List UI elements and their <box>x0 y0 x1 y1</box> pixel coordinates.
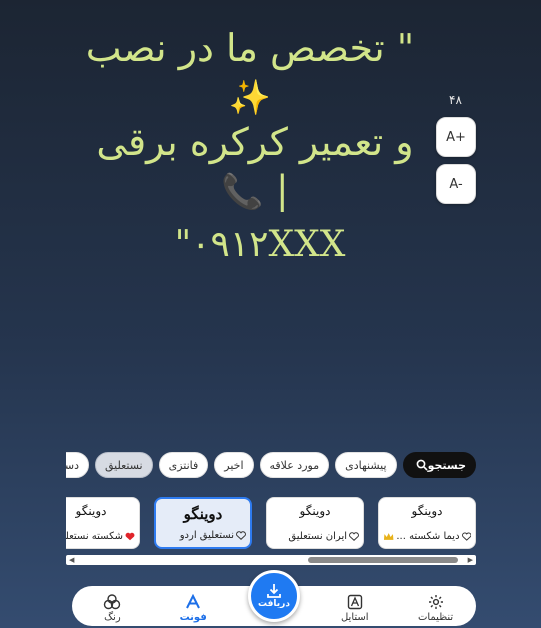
design-text-line-1[interactable]: " تخصص ما در نصب ✨ <box>60 24 440 122</box>
font-list: دوینگو دیما شکسته ... دوینگو ایران نستعل… <box>66 497 476 551</box>
category-chip-recent[interactable]: اخیر <box>214 452 254 478</box>
download-button[interactable]: دریافت <box>248 570 300 622</box>
font-card[interactable]: دوینگو شکسته نستعلیق <box>66 497 140 549</box>
font-name-row: دیما شکسته ... <box>383 531 471 542</box>
nav-font[interactable]: فونت <box>163 587 223 623</box>
increase-size-button[interactable]: A+ <box>436 117 476 157</box>
crown-icon <box>383 533 394 540</box>
font-card[interactable]: دوینگو ایران نستعلیق <box>266 497 364 549</box>
nav-settings-label: تنظیمات <box>417 612 454 623</box>
font-name: دیما شکسته ... <box>396 531 460 542</box>
font-name: ایران نستعلیق <box>288 531 347 542</box>
font-list-scrollbar[interactable]: ◀ ▶ <box>66 555 476 565</box>
font-preview: دوینگو <box>299 504 331 518</box>
font-name: نستعلیق اردو <box>179 530 234 541</box>
scrollbar-thumb[interactable] <box>308 557 458 563</box>
font-icon <box>186 594 201 609</box>
category-chip-nastaliq[interactable]: نستعلیق <box>94 452 153 478</box>
font-name: شکسته نستعلیق <box>66 531 123 542</box>
font-size-value: ۴۸ <box>449 93 462 107</box>
font-preview: دوینگو <box>75 504 107 518</box>
heart-filled-icon <box>125 532 135 541</box>
nav-style-label: استایل <box>340 612 369 623</box>
style-icon <box>347 594 362 610</box>
font-name-row: نستعلیق اردو <box>160 530 246 541</box>
heart-outline-icon <box>349 532 359 541</box>
download-icon <box>267 584 281 598</box>
font-preview: دوینگو <box>411 504 443 518</box>
search-button[interactable]: جستجو <box>402 452 476 478</box>
phone-icon: 📞 <box>221 172 264 212</box>
scroll-right-icon[interactable]: ▶ <box>468 556 473 564</box>
design-text-line-3[interactable]: "۰۹۱۲XXX <box>160 222 360 268</box>
heart-outline-icon <box>461 532 471 541</box>
decrease-size-button[interactable]: A- <box>436 164 476 204</box>
color-palette-icon <box>104 594 121 610</box>
text-line-1: " تخصص ما در نصب <box>85 26 415 70</box>
category-chip-favorites[interactable]: مورد علاقه <box>259 452 330 478</box>
scroll-left-icon[interactable]: ◀ <box>69 556 74 564</box>
nav-font-label: فونت <box>179 612 207 623</box>
category-chip-handwriting[interactable]: دست‌نویس <box>66 452 89 478</box>
design-text-line-2[interactable]: و تعمیر کرکره برقی | 📞 <box>90 118 420 216</box>
font-category-bar: جستجو پیشنهادی مورد علاقه اخیر فانتزی نس… <box>66 452 476 478</box>
heart-outline-icon <box>236 531 246 540</box>
category-chip-fantasy[interactable]: فانتزی <box>158 452 209 478</box>
gear-icon <box>428 595 443 609</box>
search-label: جستجو <box>427 458 466 472</box>
nav-style[interactable]: استایل <box>325 587 385 623</box>
sparkles-icon: ✨ <box>228 78 272 118</box>
nav-settings[interactable]: تنظیمات <box>406 587 466 623</box>
font-card[interactable]: دوینگو دیما شکسته ... <box>378 497 476 549</box>
font-name-row: شکسته نستعلیق <box>66 531 135 542</box>
font-preview: دوینگو <box>183 505 223 523</box>
category-chip-suggested[interactable]: پیشنهادی <box>335 452 397 478</box>
nav-color[interactable]: رنگ <box>82 587 142 623</box>
font-name-row: ایران نستعلیق <box>271 531 359 542</box>
search-icon <box>416 459 428 471</box>
font-card-selected[interactable]: دوینگو نستعلیق اردو <box>154 497 252 549</box>
download-label: دریافت <box>258 599 290 609</box>
nav-color-label: رنگ <box>104 612 121 623</box>
